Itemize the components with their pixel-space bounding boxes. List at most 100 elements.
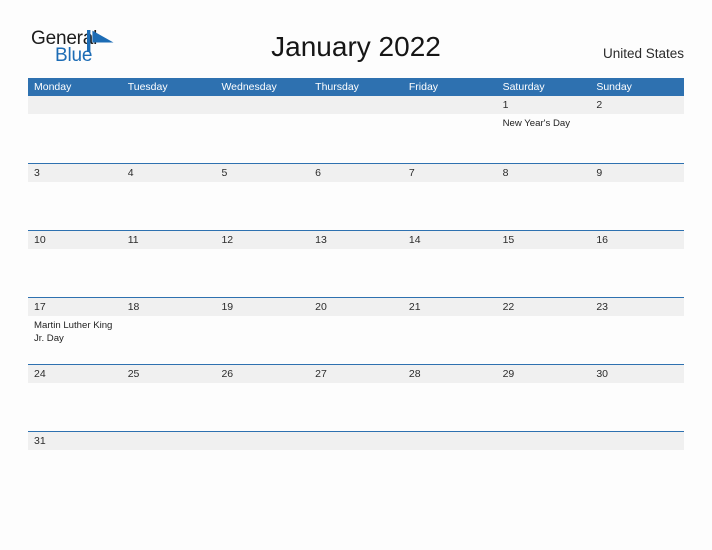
week-day-events xyxy=(28,450,684,494)
day-number[interactable] xyxy=(122,96,216,114)
weekday-header-thursday: Thursday xyxy=(315,81,359,93)
day-number[interactable] xyxy=(590,432,684,450)
day-number[interactable] xyxy=(215,432,309,450)
day-number[interactable]: 19 xyxy=(215,298,309,316)
day-number[interactable]: 25 xyxy=(122,365,216,383)
day-event xyxy=(28,450,122,494)
day-event xyxy=(590,182,684,230)
day-number[interactable]: 2 xyxy=(590,96,684,114)
day-number[interactable]: 15 xyxy=(497,231,591,249)
day-event xyxy=(28,182,122,230)
day-number[interactable]: 26 xyxy=(215,365,309,383)
day-event xyxy=(28,383,122,431)
day-event xyxy=(215,383,309,431)
day-number[interactable]: 20 xyxy=(309,298,403,316)
day-event xyxy=(309,450,403,494)
day-number[interactable]: 8 xyxy=(497,164,591,182)
day-event xyxy=(309,316,403,364)
week-row: 3 4 5 6 7 8 9 xyxy=(28,163,684,230)
day-event xyxy=(122,383,216,431)
day-number[interactable]: 4 xyxy=(122,164,216,182)
day-number[interactable]: 31 xyxy=(28,432,122,450)
day-number[interactable] xyxy=(215,96,309,114)
day-number[interactable]: 14 xyxy=(403,231,497,249)
day-number[interactable]: 13 xyxy=(309,231,403,249)
day-number[interactable]: 21 xyxy=(403,298,497,316)
day-event xyxy=(497,316,591,364)
week-day-numbers: 24 25 26 27 28 29 30 xyxy=(28,365,684,383)
weekday-header-wednesday: Wednesday xyxy=(221,81,277,93)
day-event xyxy=(309,182,403,230)
day-number[interactable]: 6 xyxy=(309,164,403,182)
weekday-header-sunday: Sunday xyxy=(596,81,632,93)
day-number[interactable]: 24 xyxy=(28,365,122,383)
week-day-events: Martin Luther King Jr. Day xyxy=(28,316,684,364)
week-day-events xyxy=(28,182,684,230)
day-number[interactable]: 22 xyxy=(497,298,591,316)
calendar-page: General Blue January 2022 United States … xyxy=(0,0,712,550)
day-event xyxy=(403,383,497,431)
page-header: General Blue January 2022 United States xyxy=(0,0,712,78)
day-event xyxy=(403,249,497,297)
day-number[interactable]: 12 xyxy=(215,231,309,249)
day-event xyxy=(28,114,122,163)
weekday-header-friday: Friday xyxy=(408,81,439,93)
day-number[interactable]: 18 xyxy=(122,298,216,316)
day-number[interactable]: 27 xyxy=(309,365,403,383)
day-event xyxy=(590,114,684,163)
day-number[interactable]: 28 xyxy=(403,365,497,383)
day-number[interactable] xyxy=(497,432,591,450)
week-row: 10 11 12 13 14 15 16 xyxy=(28,230,684,297)
weekday-header-tuesday: Tuesday xyxy=(127,81,168,93)
day-event xyxy=(403,114,497,163)
day-event xyxy=(590,249,684,297)
weekday-header-row: Monday Tuesday Wednesday Thursday Friday… xyxy=(28,78,684,96)
day-number[interactable]: 1 xyxy=(497,96,591,114)
day-number[interactable] xyxy=(28,96,122,114)
day-number[interactable]: 17 xyxy=(28,298,122,316)
day-event xyxy=(590,316,684,364)
day-event xyxy=(215,182,309,230)
day-number[interactable]: 3 xyxy=(28,164,122,182)
day-event xyxy=(497,249,591,297)
week-day-numbers: 10 11 12 13 14 15 16 xyxy=(28,231,684,249)
day-event xyxy=(122,114,216,163)
week-day-events: New Year's Day xyxy=(28,114,684,163)
day-number[interactable] xyxy=(122,432,216,450)
day-number[interactable]: 10 xyxy=(28,231,122,249)
week-row: 17 18 19 20 21 22 23 Martin Luther King … xyxy=(28,297,684,364)
day-event xyxy=(122,450,216,494)
day-event: Martin Luther King Jr. Day xyxy=(34,320,113,344)
day-event: New Year's Day xyxy=(502,118,571,129)
day-number[interactable]: 29 xyxy=(497,365,591,383)
day-number[interactable] xyxy=(403,96,497,114)
day-number[interactable]: 16 xyxy=(590,231,684,249)
day-event xyxy=(590,383,684,431)
day-number[interactable] xyxy=(309,432,403,450)
day-event xyxy=(309,114,403,163)
week-row: 24 25 26 27 28 29 30 xyxy=(28,364,684,431)
day-number[interactable] xyxy=(403,432,497,450)
day-number[interactable]: 11 xyxy=(122,231,216,249)
day-event xyxy=(497,383,591,431)
week-day-events xyxy=(28,383,684,431)
day-number[interactable]: 5 xyxy=(215,164,309,182)
day-number[interactable]: 23 xyxy=(590,298,684,316)
day-event xyxy=(215,316,309,364)
day-event xyxy=(122,182,216,230)
day-event xyxy=(122,249,216,297)
week-day-numbers: 31 xyxy=(28,432,684,450)
day-event xyxy=(590,450,684,494)
week-day-numbers: 17 18 19 20 21 22 23 xyxy=(28,298,684,316)
week-row: 1 2 New Year's Day xyxy=(28,96,684,163)
day-number[interactable]: 7 xyxy=(403,164,497,182)
week-row: 31 xyxy=(28,431,684,494)
day-event xyxy=(28,249,122,297)
weekday-header-saturday: Saturday xyxy=(502,81,545,93)
day-event xyxy=(215,249,309,297)
day-event xyxy=(403,450,497,494)
day-number[interactable] xyxy=(309,96,403,114)
day-number[interactable]: 30 xyxy=(590,365,684,383)
day-number[interactable]: 9 xyxy=(590,164,684,182)
day-event xyxy=(497,182,591,230)
